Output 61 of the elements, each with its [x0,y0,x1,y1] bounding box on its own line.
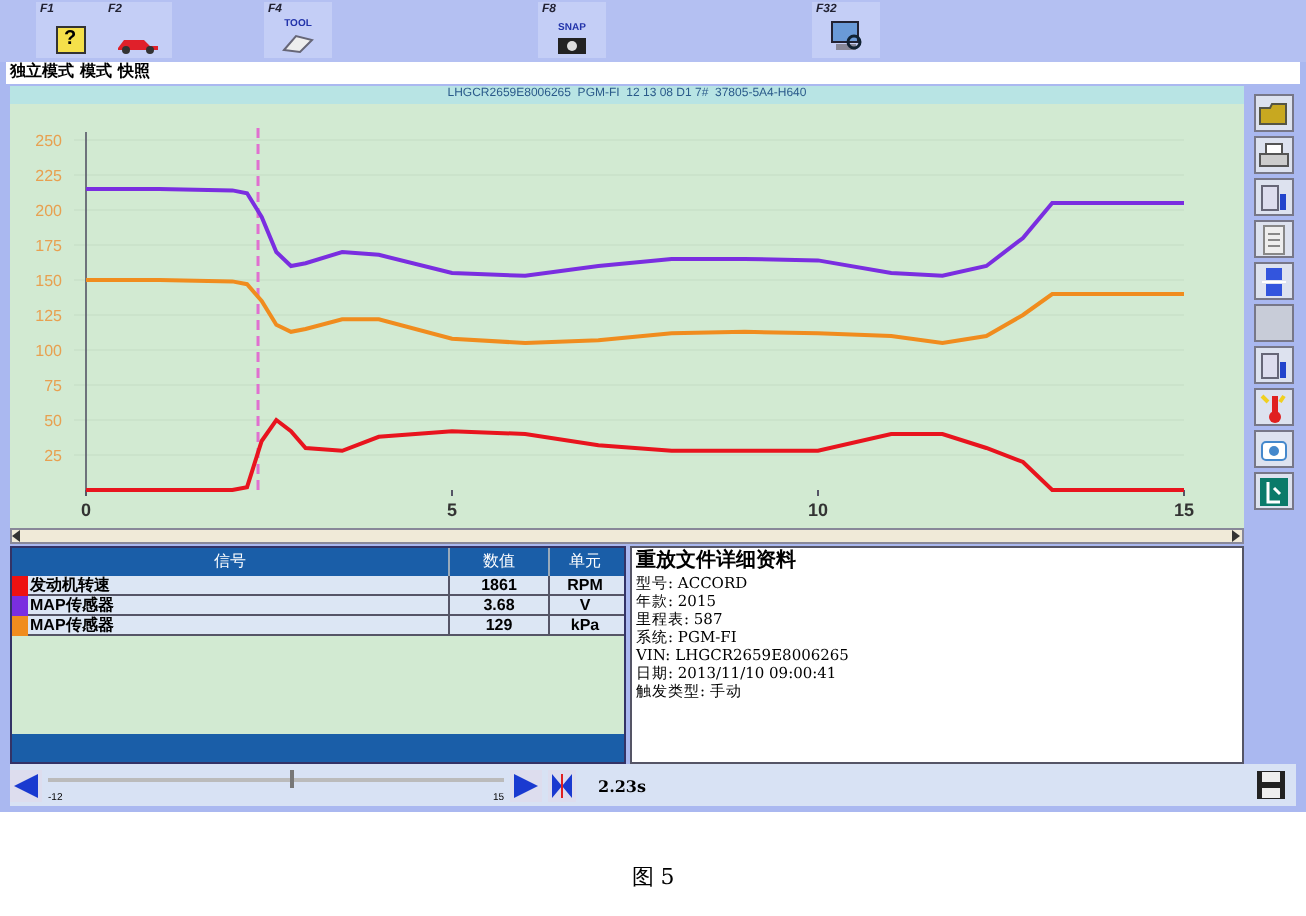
y-tick-label: 25 [44,447,62,466]
side-tool-button[interactable] [1254,178,1294,217]
save-button[interactable] [1252,767,1288,804]
y-tick-label: 225 [35,167,62,186]
menu-item[interactable]: 模式 [80,62,112,83]
right-triangle-icon [514,773,538,798]
side-tool-button[interactable] [1254,220,1294,259]
x-tick-label: 15 [1174,500,1194,521]
x-tick-label: 10 [808,500,828,521]
printer-icon [1258,139,1290,172]
table-cell-text: MAP传感器 [28,596,116,615]
table-cell-text: 发动机转速 [28,576,112,595]
table-cell: kPa [548,616,620,635]
side-tool-button[interactable] [1254,94,1294,133]
y-tick-label: 100 [35,342,62,361]
y-tick-label: 50 [44,412,62,431]
side-tool-button[interactable] [1254,346,1294,385]
column-header: 信号 [212,550,248,575]
side-tool-button[interactable] [1254,262,1294,301]
menu-item[interactable]: 快照 [118,62,150,83]
next-button[interactable] [510,769,542,802]
cursor-line[interactable] [256,128,260,491]
folder-icon [1258,97,1290,130]
camera-icon [556,34,588,55]
details-title: 重放文件详细资料 [636,550,798,575]
table-cell: 1861 [448,576,548,595]
menu-item[interactable]: 独立模式 [10,62,74,83]
y-tick-label: 200 [35,202,62,221]
left-triangle-icon [14,773,38,798]
y-tick-label: 150 [35,272,62,291]
y-tick-label: 75 [44,377,62,396]
side-tool-button[interactable] [1254,472,1294,511]
list-icon [1258,223,1290,256]
collapse-arrows-icon [552,773,572,798]
left-arrow-icon [12,530,22,543]
thermometer-icon [1258,391,1290,424]
x-tick-label: 0 [81,500,91,521]
split-icon [1258,265,1290,298]
side-tool-button[interactable] [1254,136,1294,175]
document-icon [280,30,316,55]
horizontal-scrollbar[interactable] [10,528,1244,545]
slider-thumb[interactable] [289,769,294,788]
table-cell: RPM [548,576,620,595]
y-tick-label: 125 [35,307,62,326]
side-tool-button[interactable] [1254,388,1294,427]
side-tool-button[interactable] [1254,430,1294,469]
right-arrow-icon [1232,530,1242,543]
fit-button[interactable] [548,769,576,802]
monitor-icon [828,18,864,55]
time-reading: 2.23s [598,773,648,798]
table-cell-text: MAP传感器 [28,616,116,635]
figure-caption: 图 5 [631,862,675,894]
y-tick-label: 175 [35,237,62,256]
table-cell: V [548,596,620,615]
car-icon [116,34,160,55]
x-tick-label: 5 [447,500,457,521]
help-icon: ? [55,26,85,55]
previous-button[interactable] [10,769,42,802]
y-tick-label: 250 [35,132,62,151]
table-cell: 3.68 [448,596,548,615]
table-cell: 129 [448,616,548,635]
